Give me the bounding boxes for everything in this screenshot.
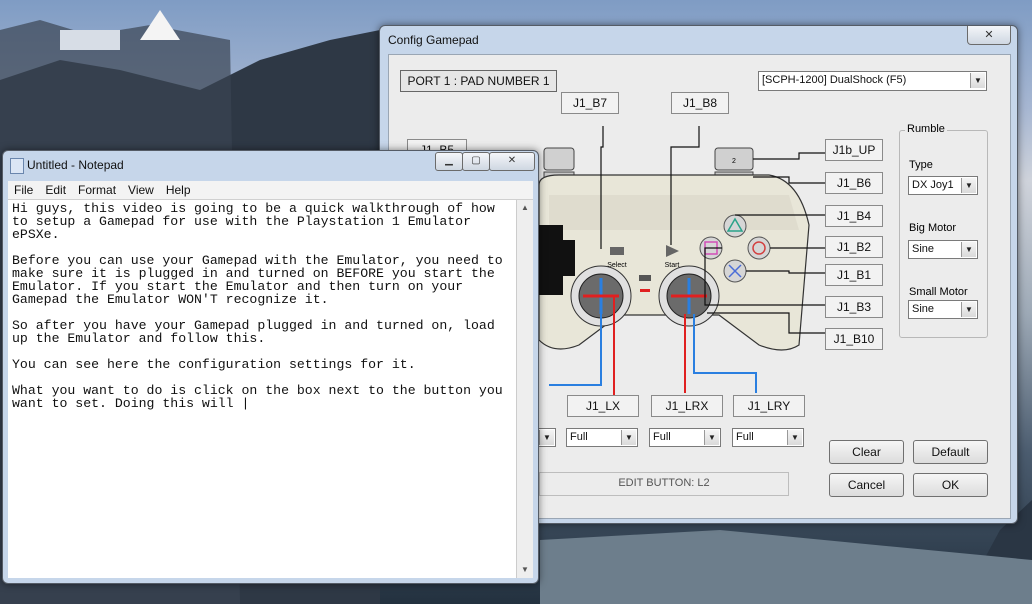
button-map-circle[interactable]: J1_B2 — [825, 236, 883, 258]
button-map-r-up[interactable]: J1b_UP — [825, 139, 883, 161]
big-motor-select[interactable]: Sine ▼ — [908, 240, 978, 259]
chevron-down-icon: ▼ — [539, 430, 554, 445]
button-map-l2[interactable]: J1_B7 — [561, 92, 619, 114]
scroll-down-icon[interactable]: ▼ — [517, 562, 533, 578]
chevron-down-icon: ▼ — [704, 430, 719, 445]
big-motor-label: Big Motor — [909, 222, 957, 234]
chevron-down-icon: ▼ — [961, 302, 976, 317]
button-map-lry[interactable]: J1_LRY — [733, 395, 805, 417]
maximize-icon: ▢ — [471, 155, 481, 166]
svg-text:Select: Select — [607, 262, 627, 269]
small-motor-select[interactable]: Sine ▼ — [908, 300, 978, 319]
big-motor-value: Sine — [912, 243, 935, 255]
menu-bar: File Edit Format View Help — [8, 181, 533, 200]
text-editor[interactable]: Hi guys, this video is going to be a qui… — [8, 200, 519, 578]
scroll-up-icon[interactable]: ▲ — [517, 200, 533, 216]
minimize-icon: ▁ — [445, 155, 453, 166]
default-button[interactable]: Default — [913, 440, 988, 464]
menu-file[interactable]: File — [8, 181, 39, 199]
button-map-triangle[interactable]: J1_B4 — [825, 205, 883, 227]
button-map-r3[interactable]: J1_B10 — [825, 328, 883, 350]
axis-mode-value-a: Full — [570, 431, 588, 443]
chevron-down-icon: ▼ — [961, 242, 976, 257]
menu-edit[interactable]: Edit — [39, 181, 72, 199]
notepad-window: Untitled - Notepad ▁ ▢ ✕ File Edit Format V… — [2, 150, 539, 584]
chevron-down-icon: ▼ — [961, 178, 976, 193]
close-button[interactable]: ✕ — [967, 26, 1011, 45]
maximize-button[interactable]: ▢ — [462, 152, 490, 171]
axis-mode-value-b: Full — [653, 431, 671, 443]
chevron-down-icon: ▼ — [787, 430, 802, 445]
axis-mode-select-b[interactable]: Full ▼ — [649, 428, 721, 447]
clear-button[interactable]: Clear — [829, 440, 904, 464]
ok-button[interactable]: OK — [913, 473, 988, 497]
rumble-type-label: Type — [909, 159, 933, 171]
cancel-button[interactable]: Cancel — [829, 473, 904, 497]
button-map-lrx[interactable]: J1_LRX — [651, 395, 723, 417]
small-motor-value: Sine — [912, 303, 935, 315]
axis-mode-select-a[interactable]: Full ▼ — [566, 428, 638, 447]
vertical-scrollbar[interactable]: ▲ ▼ — [516, 200, 533, 578]
axis-mode-value-c: Full — [736, 431, 754, 443]
close-icon: ✕ — [507, 155, 517, 166]
window-title: Config Gamepad — [388, 33, 479, 47]
menu-view[interactable]: View — [122, 181, 160, 199]
button-map-r1[interactable]: J1_B6 — [825, 172, 883, 194]
menu-format[interactable]: Format — [72, 181, 122, 199]
close-icon: ✕ — [984, 29, 994, 41]
close-button[interactable]: ✕ — [489, 152, 535, 171]
edit-status-field: EDIT BUTTON: L2 — [539, 472, 789, 496]
small-motor-label: Small Motor — [909, 286, 968, 298]
button-map-square[interactable]: J1_B3 — [825, 296, 883, 318]
rumble-type-select[interactable]: DX Joy1 ▼ — [908, 176, 978, 195]
notepad-title: Untitled - Notepad — [27, 158, 124, 172]
svg-text:Start: Start — [665, 262, 680, 269]
svg-text:2: 2 — [732, 158, 736, 165]
rumble-type-value: DX Joy1 — [912, 179, 954, 191]
rumble-group-title: Rumble — [905, 123, 947, 135]
button-map-cross[interactable]: J1_B1 — [825, 264, 883, 286]
chevron-down-icon: ▼ — [621, 430, 636, 445]
minimize-button[interactable]: ▁ — [435, 152, 463, 171]
menu-help[interactable]: Help — [160, 181, 197, 199]
notepad-icon — [10, 158, 24, 174]
button-map-lx[interactable]: J1_LX — [567, 395, 639, 417]
button-map-r2[interactable]: J1_B8 — [671, 92, 729, 114]
axis-mode-select-c[interactable]: Full ▼ — [732, 428, 804, 447]
